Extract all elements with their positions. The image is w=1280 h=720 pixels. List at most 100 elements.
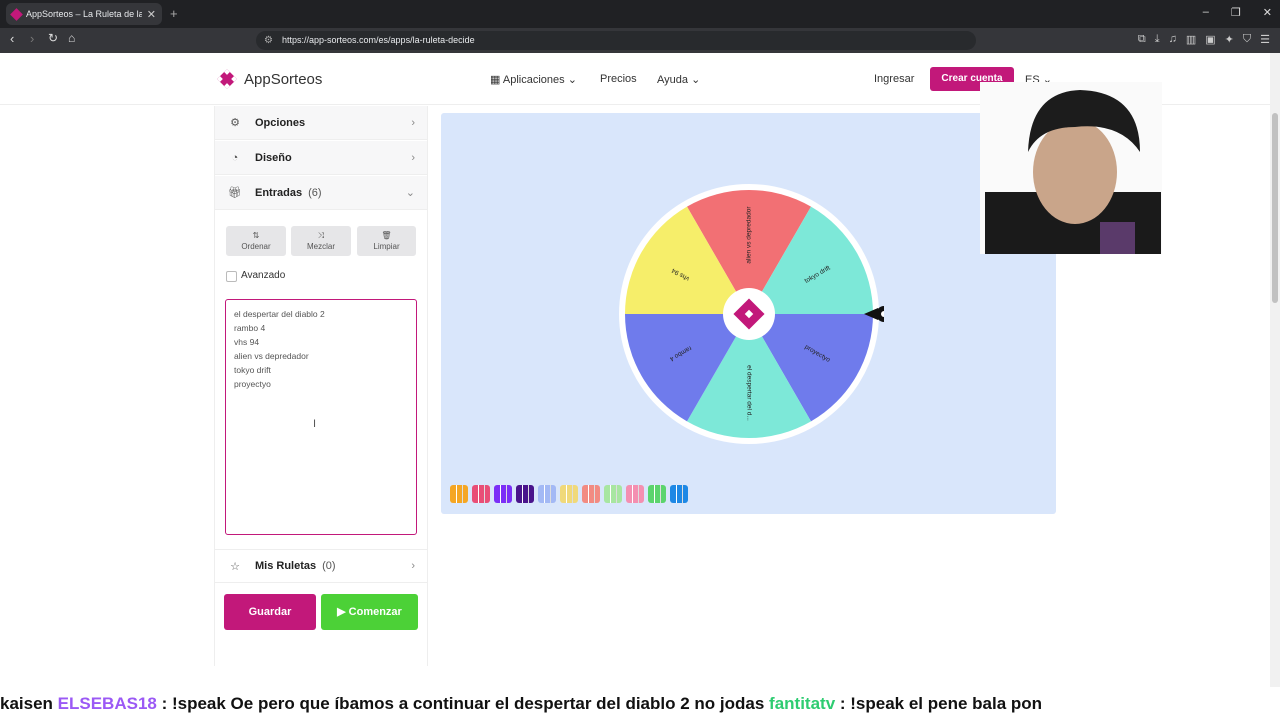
- apps-grid-icon: ▦: [490, 74, 501, 86]
- home-icon[interactable]: ⌂: [68, 31, 75, 45]
- palette-swatch[interactable]: [538, 485, 556, 503]
- chevron-down-icon: ⌄: [405, 187, 415, 199]
- star-icon: ☆: [230, 560, 240, 573]
- palette-swatch[interactable]: [648, 485, 666, 503]
- back-icon[interactable]: ‹: [10, 31, 14, 46]
- chevron-right-icon: ›: [411, 116, 415, 129]
- webcam-overlay: [980, 82, 1162, 254]
- mis-ruletas-label: Mis Ruletas: [255, 560, 317, 572]
- close-window-icon[interactable]: ✕: [1263, 6, 1272, 19]
- url-field[interactable]: ⚙ https://app-sorteos.com/es/apps/la-rul…: [256, 31, 976, 50]
- window-controls: – ❐ ✕: [1203, 6, 1272, 19]
- play-icon: ▶: [337, 606, 349, 618]
- gear-icon: ⚙: [230, 117, 240, 129]
- avanzado-checkbox[interactable]: [226, 271, 237, 282]
- url-text: https://app-sorteos.com/es/apps/la-rulet…: [282, 35, 475, 45]
- chat-fragment: ELSEBAS18: [57, 694, 157, 713]
- minimize-icon[interactable]: –: [1203, 6, 1209, 19]
- chevron-right-icon: ›: [411, 560, 415, 572]
- entradas-label: Entradas: [255, 186, 303, 199]
- wheel[interactable]: alien vs depredadortokyo driftproyectyoe…: [614, 179, 884, 449]
- chevron-right-icon: ›: [411, 151, 415, 164]
- palette-swatch[interactable]: [472, 485, 490, 503]
- palette-swatch[interactable]: [582, 485, 600, 503]
- reload-icon[interactable]: ↻: [48, 31, 58, 45]
- trash-icon: 🗑︎: [381, 231, 392, 240]
- wheel-segment-label: alien vs depredador: [746, 206, 753, 264]
- diseno-label: Diseño: [255, 151, 292, 164]
- chat-fragment: : !speak el pene bala pon: [835, 694, 1043, 713]
- gift-icon: 🎁︎: [228, 187, 242, 199]
- entry-line: el despertar del diablo 2: [234, 309, 325, 319]
- limpiar-label: Limpiar: [373, 242, 400, 251]
- palette-icon: ◔: [231, 151, 239, 164]
- brand-name[interactable]: AppSorteos: [244, 71, 322, 88]
- nav-aplicaciones[interactable]: ▦ Aplicaciones ⌄: [490, 73, 577, 86]
- site-info-icon[interactable]: ⚙: [264, 31, 273, 50]
- palette-swatch[interactable]: [626, 485, 644, 503]
- music-icon[interactable]: ♫: [1169, 33, 1177, 46]
- page-scrollbar[interactable]: [1270, 53, 1280, 687]
- accordion-entradas[interactable]: 🎁︎ Entradas (6) ⌄: [215, 176, 427, 210]
- comenzar-label: Comenzar: [348, 606, 402, 618]
- brand-app: App: [244, 71, 271, 88]
- color-palette: [450, 485, 688, 503]
- maximize-icon[interactable]: ❐: [1231, 6, 1241, 19]
- download-icon[interactable]: ⤓: [1155, 33, 1160, 46]
- nav-precios[interactable]: Precios: [600, 73, 637, 85]
- accordion-opciones[interactable]: ⚙ Opciones ›: [215, 106, 427, 140]
- palette-swatch[interactable]: [604, 485, 622, 503]
- tab-title: AppSorteos – La Ruleta de la Su: [26, 9, 142, 19]
- nav-ayuda-label: Ayuda: [657, 74, 688, 86]
- entry-line: proyectyo: [234, 379, 271, 389]
- vpn-icon[interactable]: ⛉: [1243, 33, 1251, 46]
- stream-chat-ticker: kaisen ELSEBAS18 : !speak Oe pero que íb…: [0, 687, 1280, 720]
- entry-line: alien vs depredador: [234, 351, 309, 361]
- avanzado-label: Avanzado: [241, 270, 286, 281]
- text-cursor-icon: I: [313, 418, 317, 430]
- chat-fragment: fantitatv: [769, 694, 836, 713]
- ai-icon[interactable]: ✦: [1225, 33, 1234, 46]
- extensions-icon[interactable]: ⧉: [1138, 33, 1146, 46]
- ingresar-link[interactable]: Ingresar: [874, 73, 914, 85]
- browser-tab-bar: [0, 0, 1280, 28]
- entries-textarea[interactable]: el despertar del diablo 2 rambo 4 vhs 94…: [225, 299, 417, 535]
- mis-ruletas-count: (0): [322, 560, 336, 572]
- appsorteos-logo-icon[interactable]: [215, 67, 239, 91]
- accordion-diseno[interactable]: ◔ Diseño ›: [215, 141, 427, 175]
- chat-fragment: kaisen: [0, 694, 58, 713]
- browser-toolbar-icons: ⧉ ⤓ ♫ ▥ ▣ ✦ ⛉ ☰: [1138, 33, 1270, 46]
- limpiar-button[interactable]: 🗑︎ Limpiar: [357, 226, 416, 256]
- close-tab-icon[interactable]: ✕: [147, 8, 156, 21]
- nav-aplicaciones-label: Aplicaciones: [502, 74, 565, 86]
- entry-line: rambo 4: [234, 323, 266, 333]
- palette-swatch[interactable]: [450, 485, 468, 503]
- comenzar-button[interactable]: ▶ Comenzar: [321, 594, 418, 630]
- sidebar-icon[interactable]: ▥: [1186, 33, 1196, 46]
- browser-tab[interactable]: AppSorteos – La Ruleta de la Su ✕: [6, 3, 162, 25]
- entry-line: vhs 94: [234, 337, 260, 347]
- opciones-label: Opciones: [255, 116, 306, 129]
- scrollbar-thumb[interactable]: [1272, 113, 1278, 303]
- forward-icon[interactable]: ›: [30, 31, 34, 46]
- ordenar-button[interactable]: ⇅ Ordenar: [226, 226, 286, 256]
- palette-swatch[interactable]: [516, 485, 534, 503]
- site-favicon-icon: [10, 7, 23, 21]
- palette-swatch[interactable]: [560, 485, 578, 503]
- sort-icon: ⇅: [252, 231, 260, 240]
- wallet-icon[interactable]: ▣: [1205, 33, 1215, 46]
- entry-line: tokyo drift: [234, 365, 271, 375]
- palette-swatch[interactable]: [494, 485, 512, 503]
- palette-swatch[interactable]: [670, 485, 688, 503]
- chat-fragment: : !speak Oe pero que íbamos a continuar …: [156, 694, 695, 713]
- mezclar-button[interactable]: ⤨ Mezclar: [291, 226, 351, 256]
- guardar-button[interactable]: Guardar: [224, 594, 316, 630]
- accordion-mis-ruletas[interactable]: ☆ Mis Ruletas (0) ›: [215, 549, 427, 583]
- new-tab-icon[interactable]: +: [170, 6, 178, 21]
- chat-fragment: no jodas: [694, 694, 770, 713]
- mezclar-label: Mezclar: [306, 242, 335, 251]
- shuffle-icon: ⤨: [317, 231, 325, 240]
- chevron-down-icon: ⌄: [567, 74, 577, 86]
- nav-ayuda[interactable]: Ayuda ⌄: [657, 73, 700, 86]
- menu-icon[interactable]: ☰: [1260, 33, 1270, 46]
